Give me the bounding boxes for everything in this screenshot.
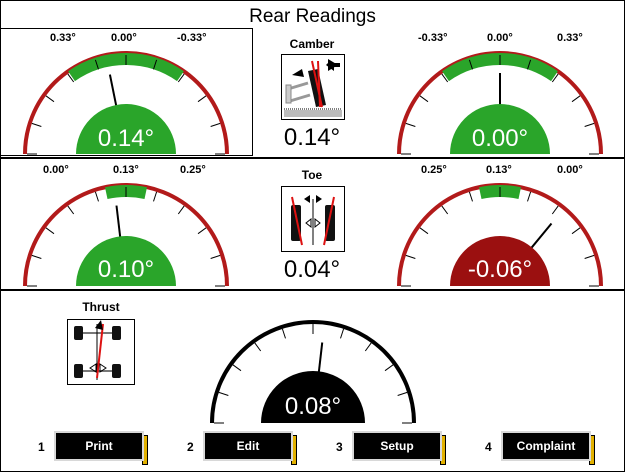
gauge-tick — [441, 205, 449, 215]
print-button-group: 1 Print — [38, 431, 158, 465]
camber-right-tick-label: -0.33° — [418, 32, 448, 44]
gauge-tick — [45, 227, 55, 235]
gauge-tick — [405, 122, 416, 127]
gauge-tick — [397, 391, 408, 396]
gauge-tick — [210, 254, 221, 259]
gauge-tick — [45, 95, 55, 103]
camber-wheel-icon[interactable] — [281, 54, 345, 120]
gauge-tick — [527, 191, 532, 202]
edit-button-group: 2 Edit — [187, 431, 307, 465]
thrust-label: Thrust — [82, 300, 120, 314]
gauge-tick — [67, 205, 75, 215]
gauge-tick — [254, 342, 262, 352]
toe-right-value: -0.06° — [467, 256, 533, 283]
edit-button[interactable]: Edit — [203, 431, 293, 461]
camber-left-tick-label: 0.33° — [50, 32, 76, 44]
gauge-needle — [529, 222, 553, 250]
gauge-tick — [419, 95, 429, 103]
print-button[interactable]: Print — [54, 431, 144, 461]
camber-right-tick-label: 0.00° — [487, 32, 513, 44]
gauge-tick — [584, 122, 595, 127]
gauge-tick — [551, 205, 559, 215]
gauge-tick — [31, 122, 42, 127]
gauge-tick — [405, 254, 416, 259]
toe-left-tick-label: 0.13° — [113, 164, 139, 176]
setup-button[interactable]: Setup — [352, 431, 442, 461]
thrust-value: 0.08° — [284, 393, 342, 420]
gauge-tick — [218, 391, 229, 396]
toe-left-tick-label: 0.00° — [43, 164, 69, 176]
gauge-tick — [210, 122, 221, 127]
gauge-tick — [364, 342, 372, 352]
camber-left-tick-label: 0.00° — [111, 32, 137, 44]
thrust-vehicle-icon[interactable] — [67, 319, 135, 385]
toe-left-tick-label: 0.25° — [180, 164, 206, 176]
toe-right-tick-label: 0.13° — [486, 164, 512, 176]
toe-left-value: 0.10° — [97, 256, 155, 283]
gauge-tick — [177, 205, 185, 215]
gauge-tick — [384, 364, 394, 372]
gauge-tick — [197, 227, 207, 235]
toe-total-value: 0.04° — [283, 256, 341, 283]
gauge-tick — [232, 364, 242, 372]
button-number: 3 — [336, 440, 343, 454]
toe-wheels-icon[interactable] — [281, 186, 345, 252]
gauge-tick — [281, 328, 286, 339]
gauge-tick — [31, 254, 42, 259]
button-number: 2 — [187, 440, 194, 454]
toe-label: Toe — [301, 168, 323, 182]
camber-total-value: 0.14° — [283, 124, 341, 151]
toe-right-tick-label: 0.00° — [557, 164, 583, 176]
gauge-tick — [571, 95, 581, 103]
camber-label: Camber — [289, 37, 335, 51]
camber-left-value: 0.14° — [97, 125, 155, 152]
gauge-tick — [571, 227, 581, 235]
gauge-tick — [153, 191, 158, 202]
complaint-button[interactable]: Complaint — [501, 431, 591, 461]
setup-button-group: 3 Setup — [336, 431, 456, 465]
complaint-button-group: 4 Complaint — [485, 431, 605, 465]
gauge-needle — [317, 342, 324, 374]
camber-left-tick-label: -0.33° — [177, 32, 207, 44]
toe-right-tick-label: 0.25° — [421, 164, 447, 176]
gauge-tick — [340, 328, 345, 339]
button-number: 4 — [485, 440, 492, 454]
button-number: 1 — [38, 440, 45, 454]
gauge-needle — [115, 205, 122, 239]
gauge-needle — [108, 74, 118, 108]
camber-right-value: 0.00° — [471, 125, 529, 152]
gauge-tick — [419, 227, 429, 235]
camber-right-tick-label: 0.33° — [557, 32, 583, 44]
gauge-tick — [584, 254, 595, 259]
gauge-tick — [197, 95, 207, 103]
gauge-tick — [94, 191, 99, 202]
gauge-tick — [468, 191, 473, 202]
